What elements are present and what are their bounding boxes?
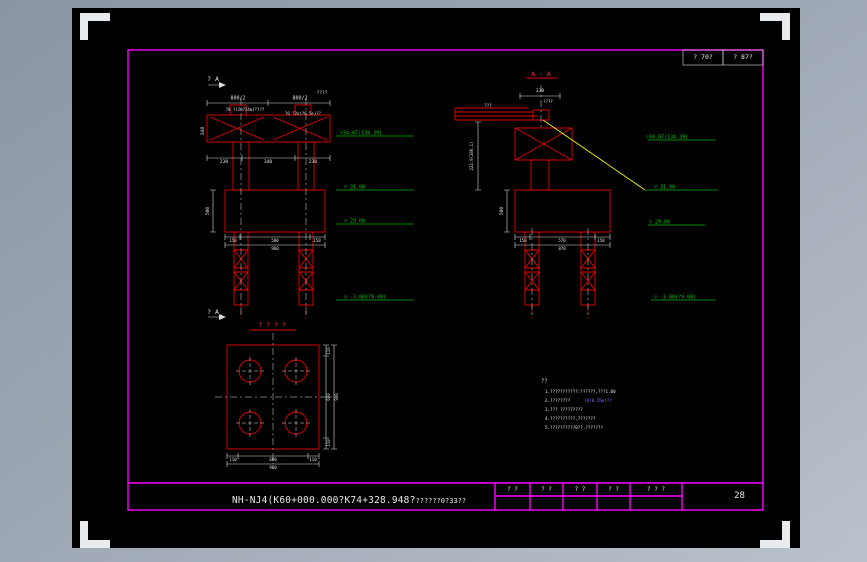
dim: 340 — [263, 159, 273, 165]
note-line: (0?0.35m)?? — [584, 397, 612, 403]
page-number: 28 — [734, 491, 745, 501]
cad-viewer: ? A???? 800/2 800/2 ?8 ?(2m?24m)???? ?6 ?2e(… — [0, 0, 867, 562]
elevation: ▽ 31.00 — [654, 184, 676, 191]
plan-title: ? ? ? ? — [258, 320, 286, 329]
elevation: ▽ -3.00(?9.00) — [654, 294, 697, 301]
note-line: 5.??????????0??,??????? — [545, 424, 603, 430]
dim: 110 — [229, 457, 237, 462]
dim: 150 — [597, 238, 605, 243]
dim: 110 — [309, 457, 317, 462]
elevation: ▽ 29.00 — [649, 219, 671, 226]
titleblock-cell-2: ? ? — [541, 486, 552, 493]
dim: 900 — [269, 465, 277, 470]
dim: ???? — [316, 90, 328, 96]
dim: 580 — [271, 238, 279, 243]
dim: 348 — [200, 126, 206, 136]
section-label: A - A — [531, 69, 551, 78]
titleblock-cell-3: ? ? — [574, 486, 586, 493]
dim: 960 — [271, 246, 279, 251]
dim: ???? — [543, 99, 553, 104]
notes-title: ?? — [541, 378, 548, 385]
note-line: 2.???????? — [545, 397, 571, 403]
elevation: ▽ 29.00 — [344, 218, 366, 225]
annotation-layer: ? A???? 800/2 800/2 ?8 ?(2m?24m)???? ?6 ?2e(… — [0, 0, 867, 562]
dim: 110 — [326, 439, 331, 447]
drawing-title-sub: ??????0?33?? — [415, 497, 467, 505]
titleblock-cell-4: ? ? — [608, 486, 619, 493]
dim: 800/2 — [292, 95, 308, 102]
dim: 110 — [326, 347, 331, 355]
drawing-title: NH-NJ4(K60+000.000?K74+328.948???????0?3… — [232, 488, 466, 507]
titleblock-cell-1: ? ? — [507, 486, 518, 493]
note-line: 4.??????????,??????? — [545, 415, 596, 421]
note-line: 1.???????????:??????,???1.00 — [545, 388, 616, 394]
dim: 150 — [313, 238, 321, 243]
dim: ?8 ?(2m?24m)???? — [225, 107, 265, 112]
dim: 230 — [308, 159, 318, 165]
dim: 900 — [334, 393, 339, 401]
dim: 680 — [269, 457, 277, 462]
elevation: ▽34.07(134.39) — [646, 134, 689, 141]
dim: 222.9(286.1) — [469, 141, 474, 171]
view-label-a-top: ? A — [207, 74, 219, 83]
view-label-a-bottom: ? A — [207, 307, 219, 316]
dim: ?6 ?2e(?6.5e)?? — [284, 111, 322, 116]
dim: 330 — [535, 88, 545, 94]
dim: 800/2 — [230, 95, 246, 102]
dim: 150 — [229, 238, 237, 243]
elevation: ▽34.07(134.39) — [340, 130, 383, 137]
dim: 230 — [219, 159, 229, 165]
sheet-stamp-right: ? 87? — [733, 53, 753, 61]
drawing-title-main: NH-NJ4(K60+000.000?K74+328.948? — [232, 495, 416, 506]
dim: ??? — [484, 103, 492, 108]
dim: 570 — [558, 238, 566, 243]
dim: 500 — [205, 206, 211, 216]
dim: 150 — [519, 238, 527, 243]
dim: 870 — [558, 246, 566, 251]
dim: 500 — [499, 206, 505, 216]
elevation: ▽ 31.00 — [344, 184, 366, 191]
dim: 680 — [326, 393, 331, 401]
elevation: ▽ -3.00(?9.00) — [344, 294, 387, 301]
sheet-stamp-left: ? 70? — [693, 53, 713, 61]
titleblock-cell-5: ? ? ? — [646, 486, 666, 493]
note-line: 3.??? ????????? — [545, 406, 583, 412]
